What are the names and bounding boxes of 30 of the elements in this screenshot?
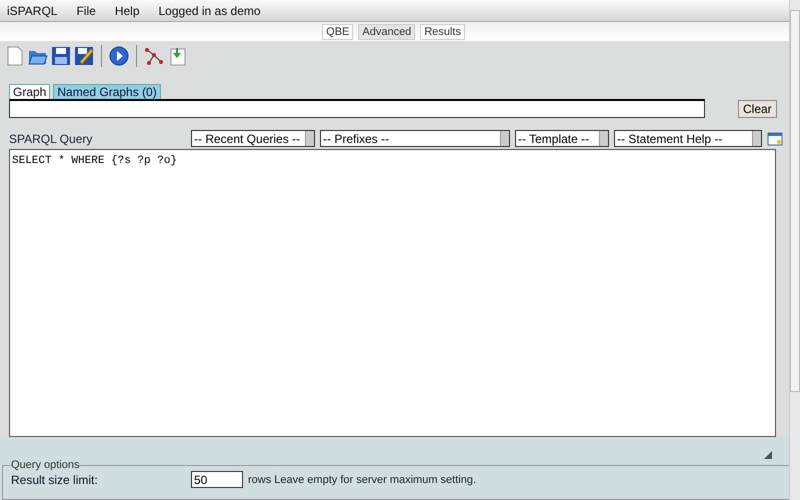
dropdown[interactable]: -- Statement Help --	[614, 130, 762, 147]
menu-item[interactable]: iSPARQL	[7, 4, 58, 18]
limit-field[interactable]: 50	[191, 471, 243, 488]
resize-grip-icon[interactable]	[764, 451, 772, 459]
view-tab[interactable]: Advanced	[358, 24, 416, 40]
query-label: SPARQL Query	[9, 132, 92, 146]
window-icon[interactable]	[767, 130, 783, 146]
dropdown[interactable]: -- Recent Queries --	[191, 130, 315, 147]
graph-tab[interactable]: Graph	[9, 84, 50, 99]
save-as-icon[interactable]	[74, 46, 94, 66]
option-label: Result size limit:	[11, 472, 99, 486]
option-hint: rows Leave empty for server maximum setting.	[248, 474, 476, 486]
dropdown[interactable]: -- Prefixes --	[320, 130, 510, 147]
view-tab[interactable]: QBE	[322, 24, 354, 40]
menu-item[interactable]: Logged in as demo	[158, 4, 261, 18]
clear-button[interactable]: Clear	[738, 100, 777, 118]
scrollbar[interactable]	[789, 0, 800, 500]
graph-tab[interactable]: Named Graphs (0)	[53, 84, 161, 99]
save-icon[interactable]	[51, 46, 71, 66]
view-tab[interactable]: Results	[420, 24, 465, 40]
dropdown[interactable]: -- Template --	[515, 130, 609, 147]
query-text: SELECT * WHERE {?s ?p ?o}	[12, 155, 178, 167]
query-editor[interactable]: SELECT * WHERE {?s ?p ?o}	[9, 149, 776, 437]
menu-item[interactable]: Help	[114, 4, 140, 18]
graph-field[interactable]	[9, 99, 705, 118]
graph-nodes-icon[interactable]	[144, 46, 164, 66]
panel-legend: Query options	[11, 459, 80, 471]
menu-item[interactable]: File	[76, 4, 96, 18]
new-document-icon[interactable]	[5, 46, 25, 66]
run-icon[interactable]	[109, 46, 129, 66]
